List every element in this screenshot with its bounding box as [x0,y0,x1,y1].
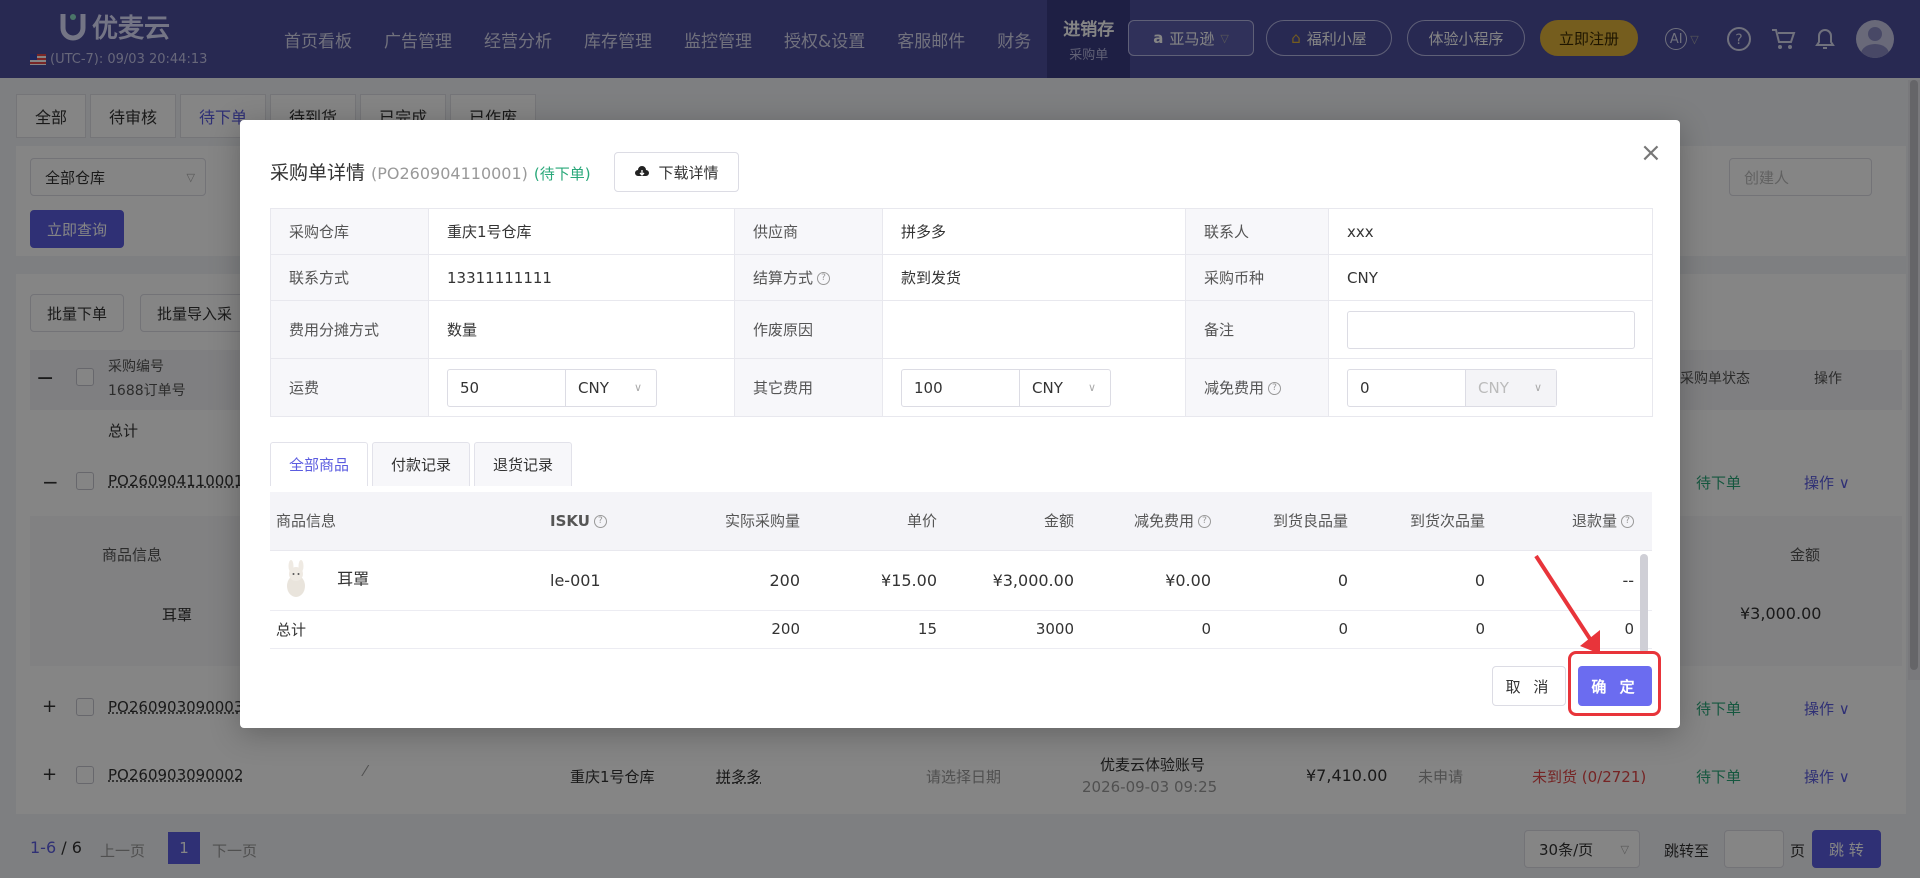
download-label: 下载详情 [658,163,719,182]
total-defect-qty: 0 [1366,610,1503,649]
help-icon[interactable]: ? [593,514,607,528]
annotation-arrow-icon [1534,554,1600,654]
other-fee-currency-value: CNY [1032,378,1063,397]
total-isku [544,610,680,649]
currency-label: 采购币种 [1185,254,1329,301]
remark-label: 备注 [1185,300,1329,359]
product-thumbnail[interactable] [276,560,316,600]
total-price: 15 [818,610,955,649]
freight-input-group: 50 CNY ∨ [447,368,657,407]
download-detail-button[interactable]: 下载详情 [614,152,739,192]
dialog-status: (待下单) [533,165,591,183]
tab-return-records[interactable]: 退货记录 [474,442,573,486]
discount-currency-select: CNY ∨ [1466,369,1556,406]
help-icon[interactable]: ? [1198,515,1211,529]
total-amount: 3000 [955,610,1092,649]
contact-value: xxx [1328,208,1653,255]
dialog-po-number: (PO260904110001) [371,164,528,183]
void-value [882,300,1186,359]
goods-table-scrollbar[interactable] [1640,554,1648,654]
col-good-qty: 到货良品量 [1229,492,1366,551]
goods-defect-qty: 0 [1366,550,1503,611]
dialog-title-text: 采购单详情 [270,162,366,184]
col-actual-qty: 实际采购量 [680,492,818,551]
freight-label: 运费 [270,358,429,417]
total-discount: 0 [1092,610,1229,649]
tab-all-goods[interactable]: 全部商品 [270,442,369,486]
table-row: 耳罩 le-001 200 ¥15.00 ¥3,000.00 ¥0.00 0 0… [270,550,1652,611]
freight-currency-select[interactable]: CNY ∨ [566,370,656,406]
phone-value: 13311111111 [428,254,735,301]
help-icon[interactable]: ? [1621,515,1634,529]
col-amount: 金额 [955,492,1092,551]
col-defect-qty: 到货次品量 [1366,492,1503,551]
goods-name: 耳罩 [337,569,370,589]
tab-payment-records[interactable]: 付款记录 [372,442,471,486]
total-good-qty: 0 [1229,610,1366,649]
warehouse-value: 重庆1号仓库 [428,208,735,255]
col-goods-info: 商品信息 [270,492,544,551]
purchase-order-detail-dialog: 采购单详情 (PO260904110001) (待下单) 下载详情 × 采购仓库… [240,120,1680,728]
goods-amount: ¥3,000.00 [955,550,1092,611]
warehouse-label: 采购仓库 [270,208,429,255]
chevron-down-icon: ∨ [633,381,642,394]
other-fee-input-group: 100 CNY ∨ [901,368,1111,407]
settle-label: 结算方式 [753,269,814,287]
close-icon[interactable]: × [1640,140,1662,166]
goods-qty: 200 [680,550,818,611]
goods-isku: le-001 [544,550,680,611]
freight-input[interactable]: 50 [448,369,566,406]
order-info-table: 采购仓库 重庆1号仓库 供应商 拼多多 联系人 xxx 联系方式 1331111… [270,208,1653,417]
goods-good-qty: 0 [1229,550,1366,611]
col-refund: 退款量 [1571,512,1617,531]
remark-cell [1328,300,1653,359]
cloud-download-icon [635,166,650,176]
total-qty: 200 [680,610,818,649]
void-label: 作废原因 [734,300,883,359]
discount-input[interactable]: 0 [1348,369,1466,406]
freight-currency-value: CNY [578,378,609,397]
currency-value: CNY [1328,254,1653,301]
settle-value: 款到发货 [882,254,1186,301]
goods-info-cell: 耳罩 [270,550,544,611]
other-fee-currency-select[interactable]: CNY ∨ [1020,370,1110,406]
col-refund-cell: 退款量? [1503,492,1652,551]
detail-tabs: 全部商品 付款记录 退货记录 [270,442,573,486]
contact-label: 联系人 [1185,208,1329,255]
discount-cell: 0 CNY ∨ [1328,358,1653,417]
goods-price: ¥15.00 [818,550,955,611]
goods-table: 商品信息 ISKU? 实际采购量 单价 金额 减免费用? 到货良品量 到货次品量… [270,492,1652,649]
goods-discount: ¥0.00 [1092,550,1229,611]
supplier-value: 拼多多 [882,208,1186,255]
supplier-label: 供应商 [734,208,883,255]
dialog-title: 采购单详情 (PO260904110001) (待下单) [270,158,591,185]
discount-currency-value: CNY [1478,378,1509,397]
col-unit-price: 单价 [818,492,955,551]
other-fee-input[interactable]: 100 [902,369,1020,406]
discount-input-group: 0 CNY ∨ [1347,368,1557,407]
chevron-down-icon: ∨ [1087,381,1096,394]
col-discount: 减免费用 [1133,512,1194,531]
cancel-button[interactable]: 取 消 [1492,666,1566,706]
alloc-label: 费用分摊方式 [270,300,429,359]
chevron-down-icon: ∨ [1533,381,1542,394]
confirm-button[interactable]: 确 定 [1578,666,1652,706]
total-row: 总计 200 15 3000 0 0 0 0 [270,610,1652,649]
help-icon[interactable]: ? [817,272,831,285]
settle-label-cell: 结算方式? [734,254,883,301]
other-fee-label: 其它费用 [734,358,883,417]
col-isku-cell: ISKU? [544,492,680,551]
col-isku: ISKU [550,511,590,530]
freight-cell: 50 CNY ∨ [428,358,735,417]
remark-input[interactable] [1347,310,1635,349]
col-discount-cell: 减免费用? [1092,492,1229,551]
goods-table-header: 商品信息 ISKU? 实际采购量 单价 金额 减免费用? 到货良品量 到货次品量… [270,492,1652,551]
other-fee-cell: 100 CNY ∨ [882,358,1186,417]
phone-label: 联系方式 [270,254,429,301]
discount-label-cell: 减免费用? [1185,358,1329,417]
total-label: 总计 [270,610,544,649]
help-icon[interactable]: ? [1268,382,1282,395]
alloc-value: 数量 [428,300,735,359]
discount-label: 减免费用 [1204,379,1265,397]
